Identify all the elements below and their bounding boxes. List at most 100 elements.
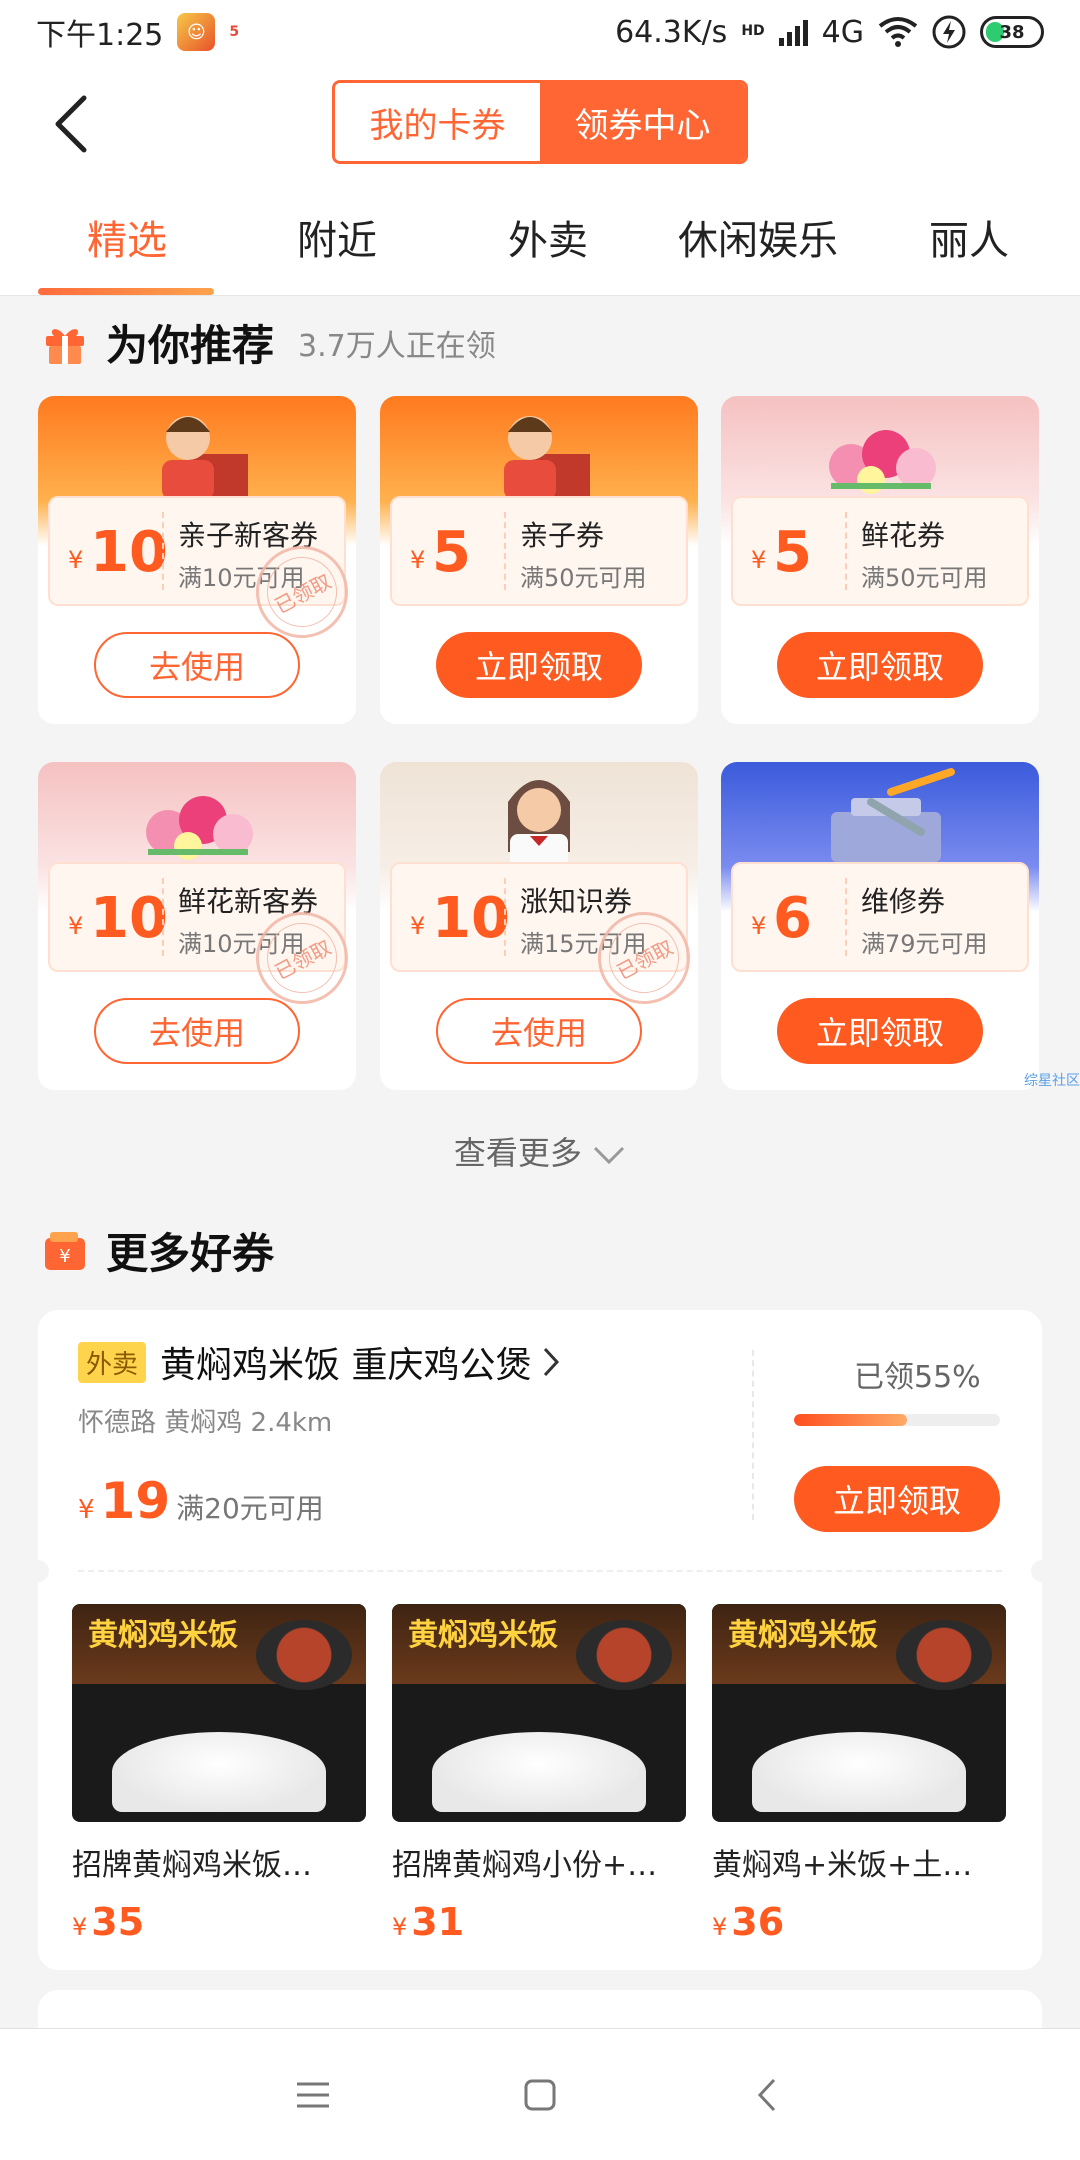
dish-price: 31	[411, 1900, 465, 1944]
next-shop-card	[38, 1990, 1042, 2030]
currency-symbol: ¥	[712, 1913, 728, 1941]
dish-price: 35	[91, 1900, 145, 1944]
claimed-progress-bar	[794, 1414, 1000, 1426]
watermark-text: 综星社区	[1024, 1073, 1080, 1089]
coupon-amount: 19	[100, 1472, 171, 1530]
dish-item[interactable]: 黄焖鸡米饭 招牌黄焖鸡米饭… ¥35	[72, 1604, 366, 1944]
claim-coupon-button[interactable]: 立即领取	[436, 632, 642, 698]
dish-name: 黄焖鸡+米饭+土…	[712, 1848, 973, 1883]
home-square-icon	[524, 2079, 556, 2110]
back-icon	[757, 2078, 775, 2111]
status-bar: 下午1:25 ☺ 5 64.3K/s HD 4G 38	[0, 0, 1080, 64]
category-tag: 外卖	[78, 1342, 147, 1383]
coupon-name: 亲子券	[520, 519, 605, 552]
charging-icon	[932, 15, 966, 49]
coupon-name: 维修券	[861, 885, 946, 918]
use-coupon-button[interactable]: 去使用	[94, 998, 300, 1064]
dish-image-text: 黄焖鸡米饭	[728, 1618, 878, 1653]
system-nav-bar	[0, 2028, 1080, 2160]
dish-item[interactable]: 黄焖鸡米饭 招牌黄焖鸡小份+… ¥31	[392, 1604, 686, 1944]
tab-takeout[interactable]: 外卖	[443, 208, 653, 266]
claim-coupon-button[interactable]: 立即领取	[777, 998, 983, 1064]
coupon-amount: 6	[773, 886, 812, 951]
coupon-card[interactable]: ¥ 10 亲子新客券 满10元可用 已领取 去使用	[38, 396, 356, 724]
menu-button[interactable]	[283, 2065, 343, 2125]
back-arrow-icon	[55, 95, 87, 153]
category-tabs: 精选 附近 外卖 休闲娱乐 丽人	[0, 184, 1080, 296]
coupon-condition: 满20元可用	[176, 1492, 324, 1525]
network-type: 4G	[821, 14, 864, 50]
currency-symbol: ¥	[751, 546, 767, 574]
active-tab-indicator	[38, 288, 214, 295]
tab-leisure[interactable]: 休闲娱乐	[653, 208, 863, 266]
coupon-card[interactable]: ¥ 5 鲜花券 满50元可用 立即领取	[721, 396, 1039, 724]
shop-address: 怀德路 黄焖鸡 2.4km	[78, 1408, 333, 1438]
tab-featured[interactable]: 精选	[22, 208, 232, 266]
wifi-icon	[878, 17, 918, 47]
coupon-amount: 5	[773, 520, 812, 585]
use-coupon-button[interactable]: 去使用	[94, 632, 300, 698]
dish-image-text: 黄焖鸡米饭	[88, 1618, 238, 1653]
tab-my-coupons[interactable]: 我的卡券	[335, 83, 540, 161]
coupon-ticket: ¥ 5 亲子券 满50元可用	[390, 496, 688, 606]
coupon-name: 涨知识券	[520, 885, 633, 918]
chevron-right-icon	[544, 1347, 560, 1377]
coupon-amount: 10	[432, 886, 510, 951]
wallet-icon: ¥	[45, 1231, 85, 1270]
claimed-percent: 已领55%	[854, 1360, 981, 1395]
currency-symbol: ¥	[410, 912, 426, 940]
coupon-card[interactable]: ¥ 10 涨知识券 满15元可用 已领取 去使用	[380, 762, 698, 1090]
signal-icon	[778, 18, 808, 46]
chevron-down-icon	[594, 1146, 625, 1165]
tab-nearby[interactable]: 附近	[232, 208, 442, 266]
currency-symbol: ¥	[751, 912, 767, 940]
currency-symbol: ¥	[410, 546, 426, 574]
coupon-amount: 5	[432, 520, 471, 585]
coupon-name: 鲜花券	[861, 519, 946, 552]
battery-icon: 38	[980, 16, 1044, 48]
dish-item[interactable]: 黄焖鸡米饭 黄焖鸡+米饭+土… ¥36	[712, 1604, 1006, 1944]
coupon-card[interactable]: ¥ 5 亲子券 满50元可用 立即领取	[380, 396, 698, 724]
dish-image: 黄焖鸡米饭	[72, 1604, 366, 1822]
network-speed: 64.3K/s	[615, 14, 728, 50]
shop-link[interactable]: 黄焖鸡米饭 重庆鸡公煲	[160, 1336, 561, 1388]
coupon-ticket: ¥ 6 维修券 满79元可用	[731, 862, 1029, 972]
menu-icon	[297, 2082, 330, 2107]
currency-symbol: ¥	[68, 546, 84, 574]
currency-symbol: ¥	[68, 912, 84, 940]
use-coupon-button[interactable]: 去使用	[436, 998, 642, 1064]
dish-image: 黄焖鸡米饭	[392, 1604, 686, 1822]
coupon-value: ¥ 19 满20元可用	[78, 1472, 324, 1530]
claim-coupon-button[interactable]: 立即领取	[794, 1466, 1000, 1532]
coupon-card[interactable]: ¥ 10 鲜花新客券 满10元可用 已领取 去使用	[38, 762, 356, 1090]
coupon-amount: 10	[90, 886, 168, 951]
tab-coupon-center[interactable]: 领券中心	[540, 83, 745, 161]
coupon-card[interactable]: ¥ 6 维修券 满79元可用 立即领取	[721, 762, 1039, 1090]
claim-coupon-button[interactable]: 立即领取	[777, 632, 983, 698]
back-button[interactable]	[40, 92, 100, 156]
dish-image-text: 黄焖鸡米饭	[408, 1618, 558, 1653]
status-time: 下午1:25	[36, 18, 164, 53]
currency-symbol: ¥	[78, 1495, 95, 1525]
currency-symbol: ¥	[392, 1913, 408, 1941]
svg-text:¥: ¥	[59, 1246, 70, 1267]
shop-name: 黄焖鸡米饭 重庆鸡公煲	[160, 1345, 532, 1386]
home-button[interactable]	[510, 2065, 570, 2125]
segmented-control: 我的卡券 领券中心	[332, 80, 748, 164]
dish-name: 招牌黄焖鸡米饭…	[72, 1848, 312, 1883]
dish-image: 黄焖鸡米饭	[712, 1604, 1006, 1822]
coupon-condition: 满79元可用	[861, 930, 988, 958]
notification-badge: 5	[229, 24, 240, 40]
coupon-condition: 满50元可用	[520, 564, 647, 592]
view-more-link[interactable]: 查看更多	[0, 1128, 1080, 1174]
hd-label: HD	[741, 22, 765, 39]
more-coupons-header: ¥ 更多好券	[42, 1220, 274, 1281]
header: 我的卡券 领券中心	[0, 64, 1080, 184]
app-notification-icon: ☺	[177, 13, 216, 51]
coupon-ticket: ¥ 5 鲜花券 满50元可用	[731, 496, 1029, 606]
section-title: 为你推荐	[106, 321, 275, 370]
section-title: 更多好券	[106, 1229, 275, 1278]
system-back-button[interactable]	[737, 2065, 797, 2125]
recommend-header: 为你推荐 3.7万人正在领	[42, 312, 496, 373]
tab-beauty[interactable]: 丽人	[864, 208, 1074, 266]
